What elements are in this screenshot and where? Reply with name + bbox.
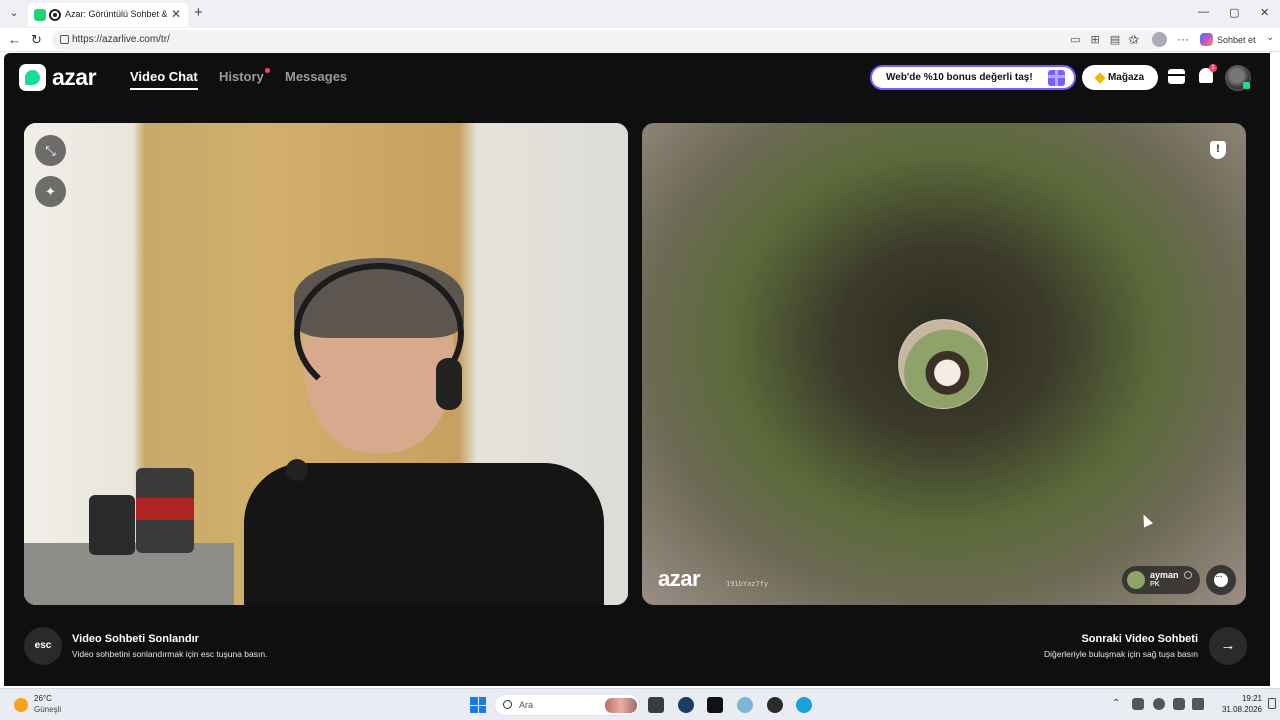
next-chat-title: Sonraki Video Sohbeti [1081, 633, 1198, 645]
local-user-figure [244, 258, 604, 605]
headset-mic [286, 459, 308, 481]
nav-history[interactable]: History [219, 69, 264, 84]
peer-avatar [1127, 571, 1145, 589]
network-icon[interactable] [1173, 698, 1185, 710]
local-video-pane: ⤡ ✦ [24, 123, 628, 605]
tab-close-icon[interactable]: ✕ [171, 7, 181, 21]
copilot-icon [1200, 33, 1213, 46]
peer-country: PK [1150, 581, 1160, 588]
recorder-app-icon[interactable] [767, 697, 783, 713]
back-arrow-icon[interactable]: ← [8, 32, 21, 48]
peer-name: ayman [1150, 570, 1179, 580]
task-view-icon[interactable] [648, 697, 664, 713]
microphone-icon[interactable] [1153, 698, 1165, 710]
tab-title: Azar: Görüntülü Sohbet & Yen [65, 9, 167, 19]
end-chat-title: Video Sohbeti Sonlandır [72, 633, 199, 645]
clock-time[interactable]: 19:21 [1222, 694, 1262, 703]
azar-wordmark: azar [52, 64, 97, 90]
favorites-icon[interactable]: ✩ [1128, 32, 1139, 48]
sidebar-chevron-icon[interactable]: ⌄ [1266, 32, 1274, 43]
app-available-icon[interactable]: ⊞ [1091, 33, 1100, 46]
copilot-button[interactable]: Sohbet et [1200, 31, 1272, 48]
sun-weather-icon[interactable] [14, 698, 28, 712]
headset-earcup [436, 358, 462, 410]
remote-video-pane: ! azar 191bYaz7fy ayman PK [642, 123, 1246, 605]
next-chat-arrow-button[interactable]: → [1209, 627, 1247, 665]
store-label: Mağaza [1107, 72, 1145, 83]
notification-badge: 1 [1209, 64, 1217, 72]
url-text[interactable]: https://azarlive.com/tr/ [72, 34, 170, 45]
gift-icon [1048, 70, 1065, 86]
inventory-box-icon[interactable] [1168, 69, 1185, 84]
minimize-view-icon[interactable]: ⤡ [35, 135, 66, 166]
close-window-button[interactable]: ✕ [1260, 6, 1269, 19]
azar-logo-icon [19, 64, 46, 91]
reload-icon[interactable]: ↻ [31, 32, 42, 48]
figure-body [244, 463, 604, 605]
online-status-icon [1243, 82, 1250, 89]
nav-video-chat[interactable]: Video Chat [130, 69, 198, 84]
azar-logo[interactable]: azar [19, 64, 97, 91]
search-highlight-art [605, 698, 637, 713]
end-chat-esc-button[interactable]: esc [24, 627, 62, 665]
watermark-id: 191bYaz7fy [726, 580, 769, 588]
gem-icon [1094, 71, 1106, 84]
weather-temperature[interactable]: 26°C [34, 694, 52, 703]
effects-magic-wand-icon[interactable]: ✦ [35, 176, 66, 207]
peer-info-card[interactable]: ayman PK [1122, 566, 1200, 594]
terminal-icon[interactable] [707, 697, 723, 713]
clock-date[interactable]: 31.08.2026 [1214, 705, 1262, 714]
promo-text: Web'de %10 bonus değerli taş! [886, 72, 1033, 83]
browser-tab-bar: ⌄ Azar: Görüntülü Sohbet & Yen ✕ + — ▢ ✕ [0, 0, 1280, 28]
store-button[interactable]: Mağaza [1082, 65, 1158, 90]
url-field[interactable]: https://azarlive.com/tr/ ▭ ⊞ ▤ ☆ [52, 30, 1164, 50]
reader-mode-icon[interactable]: ▤ [1110, 33, 1120, 46]
volume-icon[interactable] [1192, 698, 1204, 710]
browser-address-bar: ← ↻ https://azarlive.com/tr/ ▭ ⊞ ▤ ☆ ✩ ·… [0, 28, 1280, 52]
nav-messages[interactable]: Messages [285, 69, 347, 84]
camera-scene-jar [136, 468, 194, 553]
sync-icon[interactable] [1132, 698, 1144, 710]
minimize-button[interactable]: — [1198, 6, 1209, 18]
next-chat-subtitle: Diğerleriyle buluşmak için sağ tuşa bası… [1043, 649, 1198, 659]
windows-start-icon[interactable] [470, 697, 486, 713]
windows-taskbar: 26°C Güneşli Ara ⌃ 19:21 31.08.2026 [0, 688, 1280, 720]
browser-tab[interactable]: Azar: Görüntülü Sohbet & Yen ✕ [28, 3, 188, 27]
browser-profile-avatar[interactable] [1152, 32, 1167, 47]
new-tab-button[interactable]: + [194, 5, 203, 21]
taskbar-search[interactable]: Ara [494, 694, 640, 716]
more-options-icon[interactable]: ··· [1177, 32, 1189, 46]
report-shield-icon[interactable]: ! [1210, 141, 1226, 159]
tab-list-chevron-icon[interactable]: ⌄ [6, 5, 22, 21]
search-icon [503, 700, 512, 709]
steam-icon[interactable] [678, 697, 694, 713]
peer-profile-photo [898, 319, 988, 409]
chat-button[interactable] [1206, 565, 1236, 595]
camera-in-use-icon[interactable]: ▭ [1070, 33, 1080, 46]
camera-scene-jar [89, 495, 135, 555]
notification-center-icon[interactable] [1268, 698, 1276, 709]
azar-app: azar Video Chat History Messages Web'de … [4, 53, 1270, 686]
settings-app-icon[interactable] [737, 697, 753, 713]
end-chat-subtitle: Video sohbetini sonlandırmak için esc tu… [72, 649, 268, 659]
site-info-icon[interactable] [60, 35, 69, 44]
weather-condition[interactable]: Güneşli [34, 705, 61, 714]
azar-watermark: azar [658, 566, 701, 591]
promo-banner[interactable]: Web'de %10 bonus değerli taş! [870, 65, 1076, 90]
edge-browser-icon[interactable] [796, 697, 812, 713]
recording-indicator-icon [49, 9, 61, 21]
copilot-label: Sohbet et [1217, 34, 1256, 45]
tray-overflow-chevron-icon[interactable]: ⌃ [1112, 698, 1120, 709]
chat-bubble-icon [1214, 571, 1228, 587]
nav-active-underline [130, 88, 198, 90]
history-unread-dot [265, 68, 270, 73]
maximize-button[interactable]: ▢ [1229, 6, 1239, 19]
verified-icon [1184, 571, 1192, 579]
azar-favicon-icon [34, 9, 46, 21]
search-placeholder: Ara [519, 700, 534, 710]
